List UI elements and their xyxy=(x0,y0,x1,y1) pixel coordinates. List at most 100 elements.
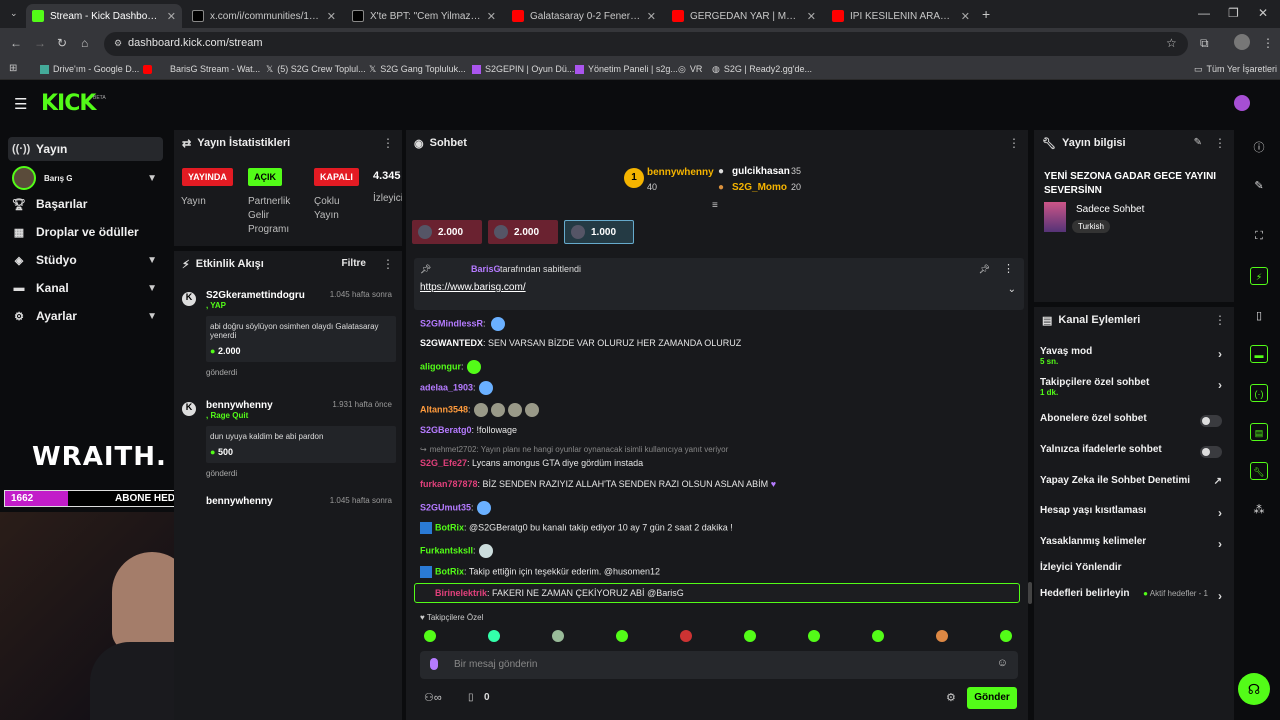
user-avatar[interactable] xyxy=(1234,95,1250,111)
share-icon[interactable]: ⁂ xyxy=(1250,501,1268,519)
apps-icon[interactable]: ⊞ xyxy=(9,63,17,74)
browser-tab[interactable]: X'te BPT: "Cem Yilmaz, Gora 4 ... ✕ xyxy=(346,4,502,28)
kebab-menu-icon[interactable]: ⋮ xyxy=(1214,313,1226,327)
chat-username[interactable]: S2G_Efe27 xyxy=(420,458,467,468)
filter-button[interactable]: Filtre xyxy=(342,258,366,269)
kick-logo[interactable]: KICK xyxy=(41,91,96,116)
clipboard-icon[interactable]: ▯ xyxy=(1250,307,1268,325)
sidebar-item-studyo[interactable]: ◈ Stüdyo ▼ xyxy=(8,248,163,272)
emote-icon[interactable] xyxy=(808,630,820,642)
kebab-menu-icon[interactable]: ⋮ xyxy=(1008,136,1020,150)
menu-icon[interactable]: ⋮ xyxy=(1262,36,1274,50)
emote-icon[interactable] xyxy=(424,630,436,642)
reload-icon[interactable]: ↻ xyxy=(57,36,67,50)
ai-moderation-row[interactable]: Yapay Zeka ile Sohbet Denetimi ↗ xyxy=(1040,475,1230,487)
bookmark-star-icon[interactable]: ☆ xyxy=(1166,36,1177,50)
collapse-icon[interactable]: ≡ xyxy=(712,200,718,211)
close-icon[interactable]: ✕ xyxy=(647,10,656,23)
emote-icon[interactable] xyxy=(680,630,692,642)
tab-search-icon[interactable]: ⌄ xyxy=(10,8,18,19)
banned-words-row[interactable]: Yasaklanmış kelimeler › xyxy=(1040,536,1230,551)
bookmark-item[interactable]: Drive'ım - Google D... xyxy=(40,64,139,75)
emote-icon[interactable] xyxy=(744,630,756,642)
raid-row[interactable]: İzleyici Yönlendir xyxy=(1040,562,1230,573)
window-close-icon[interactable]: ✕ xyxy=(1258,6,1268,20)
new-tab-icon[interactable]: + xyxy=(982,6,990,22)
chat-username[interactable]: Furkantsksll xyxy=(420,545,473,555)
bookmark-item[interactable]: ◍ S2G | Ready2.gg'de... xyxy=(712,64,812,75)
sidebar-item-ayarlar[interactable]: ⚙ Ayarlar ▼ xyxy=(8,304,163,328)
chat-settings-icon[interactable]: ⚙ xyxy=(946,691,956,704)
layout-icon[interactable]: ▤ xyxy=(1250,423,1268,441)
chevron-down-icon[interactable]: ⌄ xyxy=(1008,284,1016,295)
chat-username[interactable]: mehmet2702 xyxy=(430,445,477,454)
chat-username[interactable]: BotRix xyxy=(435,522,464,532)
pinned-link[interactable]: https://www.barisg.com/ xyxy=(420,282,526,293)
chat-scrollbar[interactable] xyxy=(1028,582,1032,604)
chat-username[interactable]: S2GUmut35 xyxy=(420,502,471,512)
back-icon[interactable]: ← xyxy=(10,36,22,50)
chat-input-box[interactable]: Bir mesaj gönderin ☺ xyxy=(420,651,1018,679)
close-icon[interactable]: ✕ xyxy=(327,10,336,23)
close-icon[interactable]: ✕ xyxy=(487,10,496,23)
profile-avatar[interactable] xyxy=(1234,34,1250,50)
chat-username[interactable]: BotRix xyxy=(435,566,464,576)
chat-icon[interactable]: ▬ xyxy=(1250,345,1268,363)
support-icon[interactable]: ☊ xyxy=(1238,673,1270,705)
goals-row[interactable]: Hedefleri belirleyin ● Aktif hedefler - 1… xyxy=(1040,588,1230,603)
sidebar-item-basarilar[interactable]: 🏆︎ Başarılar xyxy=(8,192,163,216)
browser-tab[interactable]: Stream - Kick Dashboard ✕ xyxy=(26,4,182,28)
edit-icon[interactable]: ✎ xyxy=(1250,177,1268,195)
url-field[interactable]: dashboard.kick.com/stream xyxy=(104,32,1188,56)
close-icon[interactable]: ✕ xyxy=(167,10,176,23)
kebab-menu-icon[interactable]: ⋮ xyxy=(1003,262,1014,275)
bookmark-item[interactable]: Yönetim Paneli | s2g... xyxy=(575,64,678,75)
leader-name[interactable]: bennywhenny xyxy=(647,167,714,178)
emote-icon[interactable] xyxy=(872,630,884,642)
info-icon[interactable]: ⓘ xyxy=(1250,139,1268,157)
chat-username[interactable]: Birinelektrik xyxy=(435,588,487,598)
bookmark-item[interactable]: ◎ VR xyxy=(678,64,702,75)
emotes-only-toggle[interactable] xyxy=(1200,446,1222,458)
close-icon[interactable]: ✕ xyxy=(807,10,816,23)
kebab-menu-icon[interactable]: ⋮ xyxy=(382,136,394,150)
chat-username[interactable]: aligongur xyxy=(420,361,461,371)
bolt-icon[interactable]: ⚡︎ xyxy=(1250,267,1268,285)
gift-chip[interactable]: 1.000 xyxy=(564,220,634,244)
emote-icon[interactable] xyxy=(616,630,628,642)
followers-only-row[interactable]: Takipçilere özel sohbet 1 dk. › xyxy=(1040,377,1230,397)
browser-tab[interactable]: Galatasaray 0-2 Fenerbahçe Ma... ✕ xyxy=(506,4,662,28)
home-icon[interactable]: ⌂ xyxy=(81,36,88,50)
minimize-icon[interactable]: — xyxy=(1198,6,1210,20)
sidebar-item-droplar[interactable]: ▦ Droplar ve ödüller xyxy=(8,220,163,244)
bookmark-item[interactable]: S2GEPIN | Oyun Dü... xyxy=(472,64,574,75)
extensions-icon[interactable]: ⧉ xyxy=(1200,36,1209,51)
chat-username[interactable]: S2GBeratg0 xyxy=(420,425,472,435)
pinned-by[interactable]: BarisG xyxy=(471,264,501,274)
bookmark-item[interactable]: 𝕏 (5) S2G Crew Toplul... xyxy=(266,64,366,75)
emote-icon[interactable] xyxy=(1000,630,1012,642)
close-icon[interactable]: ✕ xyxy=(961,10,970,23)
bookmark-item[interactable]: BarisG Stream - Wat... xyxy=(143,64,260,75)
category-name[interactable]: Sadece Sohbet xyxy=(1076,204,1144,215)
chat-username[interactable]: adelaa_1903 xyxy=(420,382,473,392)
forward-icon[interactable]: → xyxy=(34,36,46,50)
emote-icon[interactable] xyxy=(936,630,948,642)
gift-chip[interactable]: 2.000 xyxy=(412,220,482,244)
all-bookmarks[interactable]: ▭ Tüm Yer İşaretleri xyxy=(1194,64,1277,75)
account-age-row[interactable]: Hesap yaşı kısıtlaması › xyxy=(1040,505,1230,520)
users-icon[interactable]: ⚇∞ xyxy=(424,691,442,704)
chat-username[interactable]: S2GMindlessR xyxy=(420,318,483,328)
browser-tab[interactable]: GERGEDAN YAR | Madara Oldu... ✕ xyxy=(666,4,822,28)
expand-icon[interactable]: ⛶ xyxy=(1250,227,1268,245)
emote-icon[interactable] xyxy=(552,630,564,642)
browser-tab[interactable]: İPİ KESİLENİN ARABASI DÜŞER... ✕ xyxy=(826,4,976,28)
send-button[interactable]: Gönder xyxy=(967,687,1017,709)
wrench-icon[interactable]: 🔧︎ xyxy=(1250,462,1268,480)
unpin-icon[interactable]: 📌︎ xyxy=(979,264,990,275)
edit-icon[interactable]: ✎ xyxy=(1194,137,1202,148)
emote-icon[interactable] xyxy=(488,630,500,642)
channel-switcher[interactable]: Barış G ▼ xyxy=(8,164,163,192)
slow-mode-row[interactable]: Yavaş mod 5 sn. › xyxy=(1040,346,1230,366)
chat-username[interactable]: S2GWANTEDX xyxy=(420,338,483,348)
